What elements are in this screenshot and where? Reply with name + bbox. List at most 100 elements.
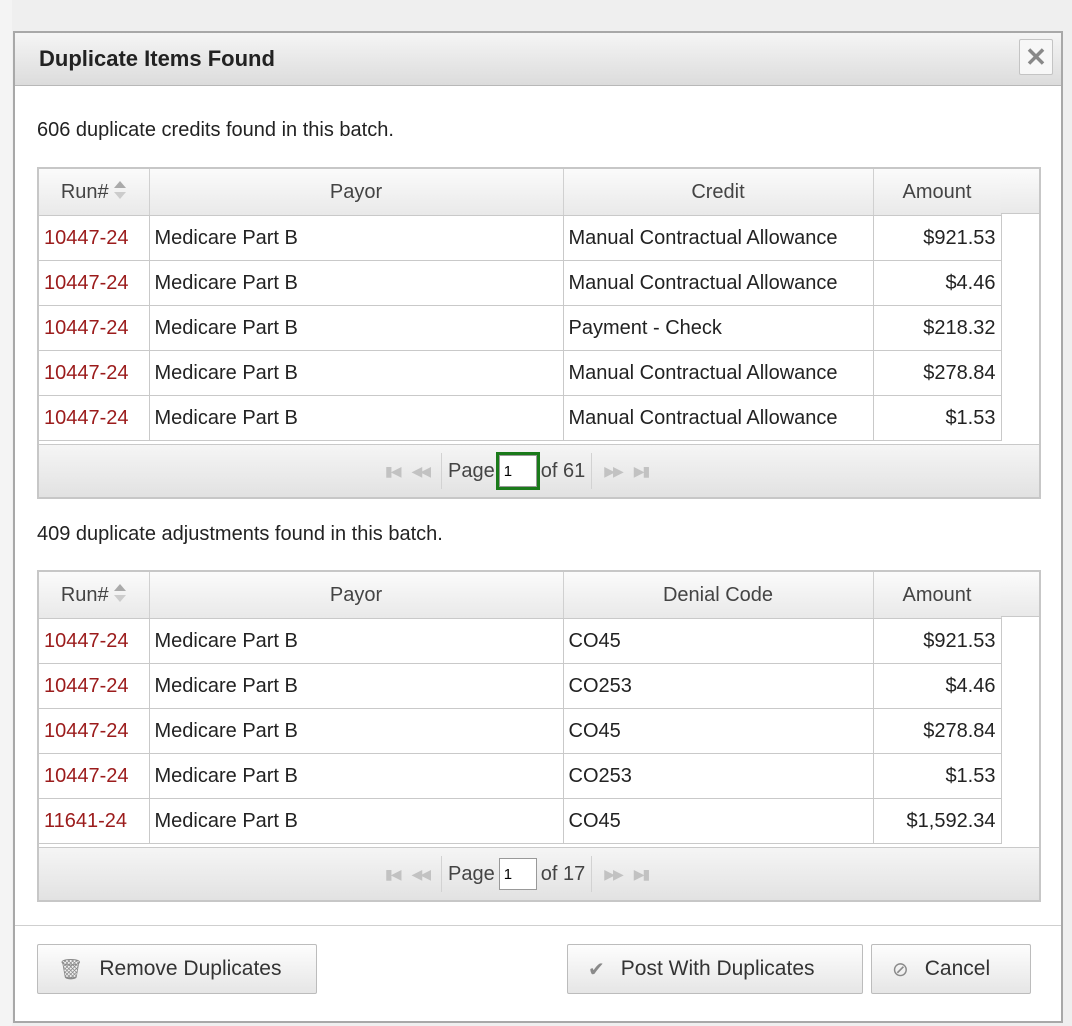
adjustments-header-row: Run# Payor Denial Code Amount bbox=[39, 572, 1002, 619]
amount-cell: $278.84 bbox=[873, 708, 1002, 754]
table-row[interactable]: 10447-24 Medicare Part B CO253 $1.53 bbox=[39, 753, 1002, 799]
run-number-cell[interactable]: 10447-24 bbox=[39, 305, 150, 351]
adjustments-table-body: 10447-24 Medicare Part B CO45 $921.53 10447-… bbox=[39, 618, 1002, 844]
amount-cell: $921.53 bbox=[873, 215, 1002, 261]
column-header-credit[interactable]: Credit bbox=[563, 169, 874, 216]
post-with-duplicates-label: Post With Duplicates bbox=[620, 957, 815, 980]
amount-cell: $4.46 bbox=[873, 663, 1002, 709]
code-cell: CO45 bbox=[563, 708, 874, 754]
checkmark-icon: ✔ bbox=[588, 958, 605, 981]
sort-icon bbox=[113, 584, 127, 603]
adjustments-pager: ▮◀ ◀◀ Page of 17 ▶▶ ▶▮ bbox=[39, 847, 1039, 900]
code-cell: Payment - Check bbox=[563, 305, 874, 351]
close-icon: ✕ bbox=[1025, 42, 1047, 72]
next-page-icon[interactable]: ▶▶ bbox=[604, 866, 623, 883]
code-cell: Manual Contractual Allowance bbox=[563, 350, 874, 396]
code-cell: CO45 bbox=[563, 618, 874, 664]
table-row[interactable]: 10447-24 Medicare Part B Manual Contractua… bbox=[39, 260, 1002, 306]
amount-cell: $278.84 bbox=[873, 350, 1002, 396]
run-number-cell[interactable]: 10447-24 bbox=[39, 618, 150, 664]
table-row[interactable]: 10447-24 Medicare Part B Payment - Check $2… bbox=[39, 305, 1002, 351]
remove-duplicates-button[interactable]: 🗑 Remove Duplicates bbox=[37, 944, 317, 994]
code-cell: Manual Contractual Allowance bbox=[563, 395, 874, 441]
cancel-icon: ⊘ bbox=[892, 958, 909, 981]
first-page-icon[interactable]: ▮◀ bbox=[385, 866, 402, 883]
column-header-run[interactable]: Run# bbox=[39, 169, 150, 216]
table-row[interactable]: 10447-24 Medicare Part B Manual Contractua… bbox=[39, 215, 1002, 261]
last-page-icon[interactable]: ▶▮ bbox=[634, 866, 651, 883]
next-page-icon[interactable]: ▶▶ bbox=[604, 463, 623, 480]
dialog-title: Duplicate Items Found bbox=[39, 46, 275, 71]
page-label: Page bbox=[448, 459, 495, 482]
run-number-cell[interactable]: 11641-24 bbox=[39, 798, 150, 844]
dialog-titlebar: Duplicate Items Found ✕ bbox=[15, 33, 1061, 86]
table-row[interactable]: 11641-24 Medicare Part B CO45 $1,592.34 bbox=[39, 798, 1002, 844]
adjustments-summary: 409 duplicate adjustments found in this … bbox=[37, 523, 443, 545]
credits-pager: ▮◀ ◀◀ Page of 61 ▶▶ ▶▮ bbox=[39, 444, 1039, 497]
payor-cell: Medicare Part B bbox=[149, 753, 564, 799]
remove-duplicates-label: Remove Duplicates bbox=[99, 957, 282, 980]
prev-page-icon[interactable]: ◀◀ bbox=[411, 463, 430, 480]
post-with-duplicates-button[interactable]: ✔ Post With Duplicates bbox=[567, 944, 863, 994]
pager-separator bbox=[441, 453, 443, 489]
payor-cell: Medicare Part B bbox=[149, 798, 564, 844]
close-button[interactable]: ✕ bbox=[1019, 39, 1053, 75]
run-number-cell[interactable]: 10447-24 bbox=[39, 663, 150, 709]
credits-table: Run# Payor Credit Amount 10447-24 Medicar… bbox=[39, 169, 1002, 441]
payor-cell: Medicare Part B bbox=[149, 395, 564, 441]
payor-cell: Medicare Part B bbox=[149, 260, 564, 306]
run-number-cell[interactable]: 10447-24 bbox=[39, 395, 150, 441]
column-header-run[interactable]: Run# bbox=[39, 572, 150, 619]
credits-header-row: Run# Payor Credit Amount bbox=[39, 169, 1002, 216]
credits-summary: 606 duplicate credits found in this batc… bbox=[37, 119, 394, 141]
page-count-label: of 61 bbox=[540, 459, 586, 482]
run-number-cell[interactable]: 10447-24 bbox=[39, 708, 150, 754]
run-number-cell[interactable]: 10447-24 bbox=[39, 350, 150, 396]
amount-cell: $4.46 bbox=[873, 260, 1002, 306]
code-cell: CO253 bbox=[563, 753, 874, 799]
column-header-payor[interactable]: Payor bbox=[149, 572, 564, 619]
background-left-strip bbox=[0, 0, 12, 1026]
adjustments-grid: Run# Payor Denial Code Amount 10447-24 Me… bbox=[37, 570, 1041, 902]
payor-cell: Medicare Part B bbox=[149, 350, 564, 396]
payor-cell: Medicare Part B bbox=[149, 708, 564, 754]
column-header-denial-code[interactable]: Denial Code bbox=[563, 572, 874, 619]
header-filler bbox=[1001, 169, 1039, 214]
prev-page-icon[interactable]: ◀◀ bbox=[411, 866, 430, 883]
page-count-label: of 17 bbox=[540, 862, 586, 885]
footer-divider bbox=[15, 925, 1061, 926]
table-row[interactable]: 10447-24 Medicare Part B CO253 $4.46 bbox=[39, 663, 1002, 709]
pager-separator bbox=[441, 856, 443, 892]
code-cell: CO253 bbox=[563, 663, 874, 709]
payor-cell: Medicare Part B bbox=[149, 305, 564, 351]
last-page-icon[interactable]: ▶▮ bbox=[634, 463, 651, 480]
code-cell: Manual Contractual Allowance bbox=[563, 260, 874, 306]
pager-separator bbox=[591, 856, 593, 892]
amount-cell: $1.53 bbox=[873, 753, 1002, 799]
credits-page-input[interactable] bbox=[495, 452, 540, 490]
table-row[interactable]: 10447-24 Medicare Part B CO45 $921.53 bbox=[39, 618, 1002, 664]
amount-cell: $1,592.34 bbox=[873, 798, 1002, 844]
amount-cell: $1.53 bbox=[873, 395, 1002, 441]
column-header-payor[interactable]: Payor bbox=[149, 169, 564, 216]
cancel-label: Cancel bbox=[924, 957, 991, 980]
table-row[interactable]: 10447-24 Medicare Part B Manual Contractua… bbox=[39, 395, 1002, 441]
table-row[interactable]: 10447-24 Medicare Part B CO45 $278.84 bbox=[39, 708, 1002, 754]
code-cell: CO45 bbox=[563, 798, 874, 844]
first-page-icon[interactable]: ▮◀ bbox=[385, 463, 402, 480]
column-header-amount[interactable]: Amount bbox=[873, 572, 1002, 619]
pager-separator bbox=[591, 453, 593, 489]
adjustments-table: Run# Payor Denial Code Amount 10447-24 Me… bbox=[39, 572, 1002, 844]
run-number-cell[interactable]: 10447-24 bbox=[39, 260, 150, 306]
credits-grid: Run# Payor Credit Amount 10447-24 Medicar… bbox=[37, 167, 1041, 499]
column-header-amount[interactable]: Amount bbox=[873, 169, 1002, 216]
amount-cell: $218.32 bbox=[873, 305, 1002, 351]
run-number-cell[interactable]: 10447-24 bbox=[39, 753, 150, 799]
adjustments-page-input[interactable] bbox=[498, 858, 537, 890]
payor-cell: Medicare Part B bbox=[149, 618, 564, 664]
header-filler bbox=[1001, 572, 1039, 617]
cancel-button[interactable]: ⊘ Cancel bbox=[871, 944, 1031, 994]
run-number-cell[interactable]: 10447-24 bbox=[39, 215, 150, 261]
payor-cell: Medicare Part B bbox=[149, 663, 564, 709]
table-row[interactable]: 10447-24 Medicare Part B Manual Contractua… bbox=[39, 350, 1002, 396]
